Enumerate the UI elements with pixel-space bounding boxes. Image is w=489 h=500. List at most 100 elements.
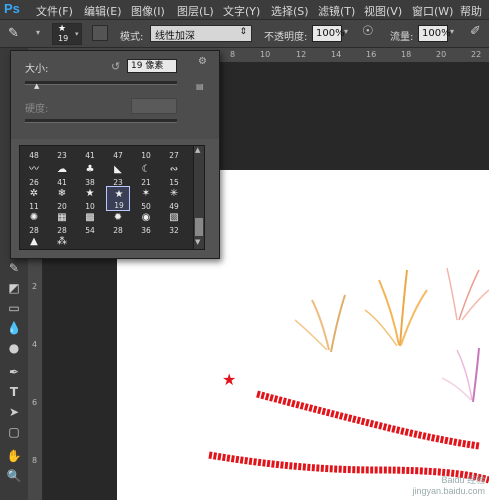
- brush-preset-item[interactable]: ∾ 15: [162, 162, 186, 187]
- brush-preset-item[interactable]: 41: [78, 135, 102, 160]
- type-tool-icon[interactable]: T: [6, 384, 22, 400]
- menu-type[interactable]: 文字(Y): [223, 3, 260, 19]
- brush-tip-icon: ▧: [169, 212, 179, 223]
- size-label: 大小:: [25, 64, 49, 75]
- brush-preset-item[interactable]: ✲ 11: [22, 186, 46, 211]
- chevron-down-icon[interactable]: ▾: [344, 27, 348, 36]
- star-stroke-1: [256, 390, 480, 450]
- mode-value: 线性加深: [155, 31, 195, 42]
- brush-preset-item[interactable]: ◣ 23: [106, 162, 130, 187]
- menu-file[interactable]: 文件(F): [36, 3, 73, 19]
- brush-tool-icon[interactable]: ✎: [6, 260, 22, 276]
- menu-image[interactable]: 图像(I): [131, 3, 165, 19]
- ruler-tick-label: 12: [296, 50, 307, 59]
- brush-tip-icon: ⁂: [57, 236, 67, 247]
- menu-view[interactable]: 视图(V): [364, 3, 402, 19]
- mode-label: 模式:: [120, 32, 144, 43]
- menu-select[interactable]: 选择(S): [271, 3, 309, 19]
- size-input[interactable]: 19 像素: [127, 59, 177, 73]
- brush-tip-icon: ◣: [114, 164, 122, 175]
- path-select-tool-icon[interactable]: ➤: [6, 404, 22, 420]
- brush-preset-item[interactable]: ⁂: [50, 234, 74, 259]
- brush-preset-item[interactable]: 〰 26: [22, 162, 46, 187]
- preset-scrollbar[interactable]: ▲ ▼: [193, 145, 205, 250]
- brush-preset-item[interactable]: ▧ 32: [162, 210, 186, 235]
- dodge-tool-icon[interactable]: ●: [6, 340, 22, 356]
- brush-preset-item[interactable]: ✶ 50: [134, 186, 158, 211]
- brush-preset-item[interactable]: ☁ 41: [50, 162, 74, 187]
- hardness-label: 硬度:: [25, 104, 49, 115]
- menu-layer[interactable]: 图层(L): [177, 3, 214, 19]
- size-slider-thumb[interactable]: ▲: [34, 82, 39, 90]
- airbrush-icon[interactable]: ✐: [470, 24, 481, 39]
- brush-preset-item[interactable]: ◉ 36: [134, 210, 158, 235]
- menu-help[interactable]: 帮助: [460, 3, 482, 19]
- hand-tool-icon[interactable]: ✋: [6, 448, 22, 464]
- chevron-down-icon[interactable]: ▾: [36, 28, 40, 37]
- brush-preset-item[interactable]: ✹ 28: [106, 210, 130, 235]
- brush-preset-item[interactable]: 23: [50, 135, 74, 160]
- brush-preset-size: 27: [169, 151, 179, 160]
- menu-window[interactable]: 窗口(W): [412, 3, 453, 19]
- brush-preset-item[interactable]: ✺ 28: [22, 210, 46, 235]
- brush-preset-size: 36: [141, 226, 151, 235]
- brush-preset-size: 23: [57, 151, 67, 160]
- flow-label: 流量:: [390, 32, 414, 43]
- rectangle-tool-icon[interactable]: ▢: [6, 424, 22, 440]
- flow-input[interactable]: 100%: [418, 25, 451, 42]
- scroll-thumb[interactable]: [195, 218, 203, 236]
- gradient-tool-icon[interactable]: ▭: [6, 300, 22, 316]
- brush-tip-icon: ∾: [169, 164, 179, 175]
- star-stamp: ★: [222, 370, 236, 389]
- brush-size-readout: 19: [58, 34, 69, 43]
- brush-preset-item[interactable]: ▦ 28: [50, 210, 74, 235]
- ruler-tick-label: 14: [331, 50, 342, 59]
- brush-panel-toggle-icon[interactable]: [92, 25, 108, 41]
- zoom-tool-icon[interactable]: 🔍: [6, 468, 22, 484]
- brush-preset-item[interactable]: ✳ 49: [162, 186, 186, 211]
- opacity-input[interactable]: 100%: [312, 25, 345, 42]
- brush-tip-icon: ✹: [113, 212, 123, 223]
- brush-preset-size: 19: [114, 201, 124, 210]
- size-slider-track[interactable]: [25, 81, 177, 85]
- hardness-slider-track[interactable]: [25, 119, 177, 123]
- brush-preset-item[interactable]: ★ 10: [78, 186, 102, 211]
- chevron-down-icon[interactable]: ▾: [450, 27, 454, 36]
- brush-preset-item[interactable]: 47: [106, 135, 130, 160]
- pressure-opacity-icon[interactable]: ☉: [362, 24, 374, 39]
- watermark: Baidu 经验 jingyan.baidu.com: [412, 475, 485, 496]
- brush-preset-item[interactable]: 48: [22, 135, 46, 160]
- brush-preset-item[interactable]: 27: [162, 135, 186, 160]
- pen-tool-icon[interactable]: ✒: [6, 364, 22, 380]
- reset-icon[interactable]: ↺: [111, 60, 120, 73]
- menu-edit[interactable]: 编辑(E): [84, 3, 122, 19]
- brush-preset-item[interactable]: 10: [134, 135, 158, 160]
- brush-preset-size: 32: [169, 226, 179, 235]
- scroll-down-icon[interactable]: ▼: [195, 238, 200, 246]
- menu-filter[interactable]: 滤镜(T): [318, 3, 355, 19]
- blur-tool-icon[interactable]: 💧: [6, 320, 22, 336]
- brush-preset-item[interactable]: ★ 19: [106, 186, 130, 211]
- grass-brush-strokes: [294, 267, 489, 403]
- eraser-tool-icon[interactable]: ◩: [6, 280, 22, 296]
- ruler-tick-label: 10: [260, 50, 271, 59]
- brush-preset-item[interactable]: ♣ 38: [78, 162, 102, 187]
- brush-tip-icon: ★: [85, 188, 95, 199]
- brush-preset-item[interactable]: ☾ 21: [134, 162, 158, 187]
- menu-bar: Ps 文件(F) 编辑(E) 图像(I) 图层(L) 文字(Y) 选择(S) 滤…: [0, 0, 489, 20]
- updown-arrows-icon: ⇕: [239, 27, 247, 37]
- brush-preset-item[interactable]: ▩ 54: [78, 210, 102, 235]
- gear-icon[interactable]: ⚙: [198, 56, 207, 67]
- brush-tip-icon: ★: [114, 189, 124, 200]
- hardness-input[interactable]: [131, 98, 177, 114]
- brush-preset-item[interactable]: ❄ 20: [50, 186, 74, 211]
- new-preset-icon[interactable]: ▤: [196, 82, 204, 91]
- mode-select[interactable]: 线性加深 ⇕: [150, 25, 252, 42]
- ruler-tick-label: 20: [436, 50, 447, 59]
- brush-tool-icon[interactable]: ✎: [8, 26, 19, 41]
- brush-preset-panel: 大小: ↺ 19 像素 ⚙ ▲ ▤ 硬度: 48 23 41 47 10 27 〰 26 ☁ 41…: [10, 50, 220, 259]
- brush-preset-item[interactable]: ▲: [22, 234, 46, 259]
- photoshop-logo: Ps: [4, 1, 20, 16]
- brush-preset-picker[interactable]: ★ 19 ▾: [52, 23, 82, 45]
- scroll-up-icon[interactable]: ▲: [195, 146, 200, 154]
